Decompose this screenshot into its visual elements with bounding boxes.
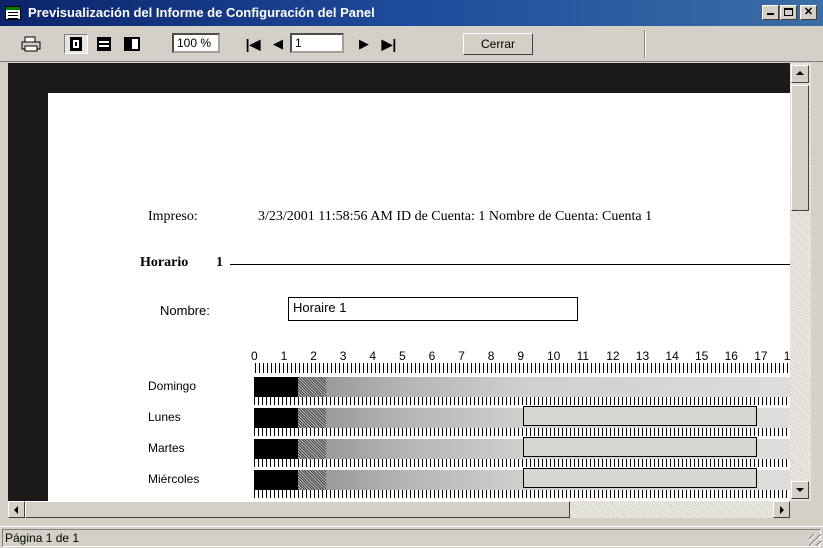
arrow-up-icon: [796, 71, 804, 75]
multi-page-view-button[interactable]: [120, 34, 144, 54]
close-icon: ✕: [803, 6, 814, 18]
active-time-slot: [523, 406, 758, 426]
toolbar-separator: [644, 30, 646, 58]
next-page-button[interactable]: ▶: [356, 34, 372, 54]
bar-shading: [298, 377, 326, 397]
day-label: Lunes: [148, 410, 181, 424]
first-page-icon: |◀: [245, 35, 261, 52]
resize-grip-icon[interactable]: [809, 534, 821, 546]
row-tick-strip: [254, 428, 790, 436]
multi-page-icon: [124, 37, 140, 51]
bar-shading: [298, 470, 326, 490]
horizontal-scrollbar[interactable]: [8, 501, 790, 518]
vertical-scroll-thumb[interactable]: [791, 85, 809, 211]
scrollbar-corner: [790, 501, 811, 518]
scroll-right-button[interactable]: [773, 501, 790, 518]
toolbar: 100 % |◀ ◀ 1 ▶ ▶| Cerrar: [0, 26, 823, 62]
next-page-icon: ▶: [359, 36, 369, 51]
horizontal-scroll-thumb[interactable]: [25, 501, 570, 518]
first-page-button[interactable]: |◀: [244, 34, 262, 54]
row-tick-strip: [254, 397, 790, 405]
zoom-value: 100 %: [177, 36, 212, 50]
report-page: Impreso: 3/23/2001 11:58:56 AM ID de Cue…: [48, 93, 790, 501]
maximize-icon: [784, 8, 793, 16]
window-title: Previsualización del Informe de Configur…: [28, 5, 375, 20]
previous-page-button[interactable]: ◀: [270, 34, 286, 54]
vertical-scrollbar[interactable]: [790, 63, 811, 501]
page-number-field[interactable]: 1: [290, 33, 344, 53]
scroll-left-button[interactable]: [8, 501, 25, 518]
arrow-right-icon: [780, 506, 784, 514]
day-schedule-bar: [254, 377, 790, 397]
two-page-view-button[interactable]: [92, 34, 116, 54]
status-text: Página 1 de 1: [5, 531, 80, 545]
active-time-slot: [523, 437, 758, 457]
title-bar: Previsualización del Informe de Configur…: [0, 0, 823, 26]
bar-shading: [298, 439, 326, 459]
minimize-button[interactable]: [762, 5, 779, 20]
zoom-field[interactable]: 100 %: [172, 33, 220, 53]
single-page-view-button[interactable]: [64, 34, 88, 54]
maximize-button[interactable]: [780, 5, 797, 20]
last-page-button[interactable]: ▶|: [380, 34, 398, 54]
last-page-icon: ▶|: [381, 35, 397, 52]
previous-page-icon: ◀: [273, 36, 283, 51]
row-tick-strip: [254, 459, 790, 467]
two-page-icon: [97, 37, 111, 51]
page-number-value: 1: [295, 36, 302, 50]
single-page-icon: [70, 37, 82, 51]
print-button[interactable]: [18, 34, 44, 54]
bar-shading: [298, 408, 326, 428]
close-preview-button[interactable]: Cerrar: [463, 33, 533, 55]
day-label: Domingo: [148, 379, 197, 393]
scroll-up-button[interactable]: [791, 65, 809, 83]
active-time-slot: [523, 468, 758, 488]
app-icon: [5, 6, 21, 20]
scroll-down-button[interactable]: [791, 481, 809, 499]
day-label: Martes: [148, 441, 185, 455]
printer-icon: [21, 36, 41, 52]
day-label: Miércoles: [148, 472, 200, 486]
row-tick-strip: [254, 490, 790, 498]
close-window-button[interactable]: ✕: [800, 5, 817, 20]
arrow-left-icon: [14, 506, 18, 514]
report-preview-area[interactable]: Impreso: 3/23/2001 11:58:56 AM ID de Cue…: [8, 63, 790, 501]
status-pane: Página 1 de 1: [2, 529, 821, 547]
status-bar: Página 1 de 1: [0, 526, 823, 548]
day-rows: Domingo Lunes Martes Miércoles: [48, 93, 790, 501]
arrow-down-icon: [796, 488, 804, 492]
minimize-icon: [767, 13, 774, 15]
